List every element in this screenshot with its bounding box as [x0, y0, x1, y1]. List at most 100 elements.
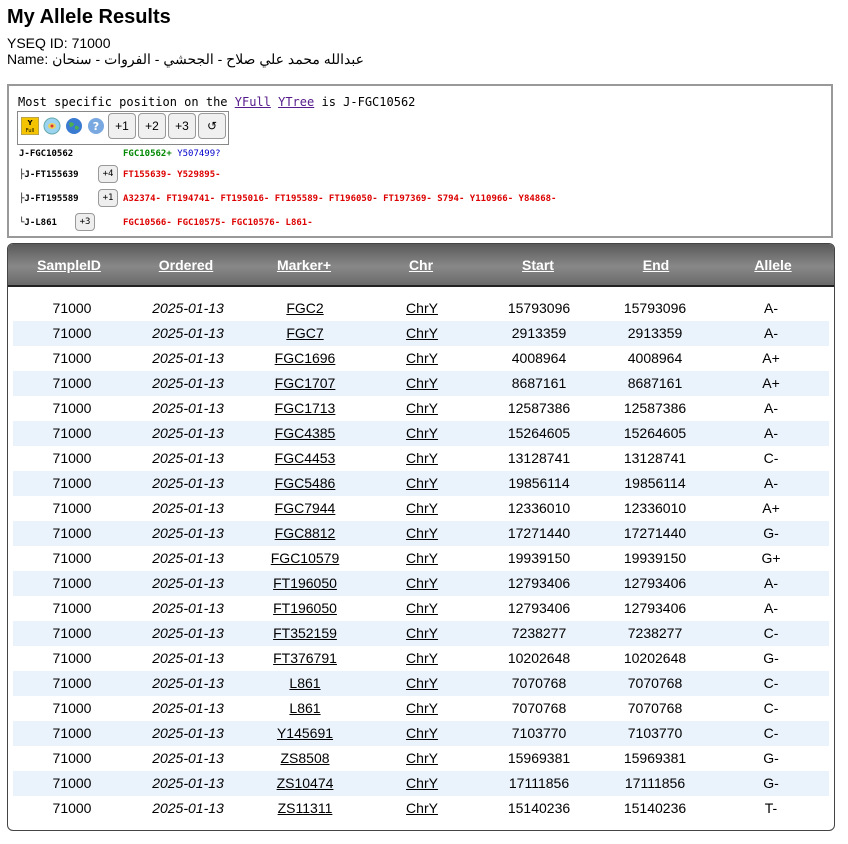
expand-plus3-button[interactable]: +3 [168, 113, 196, 139]
cell-chr[interactable]: ChrY [406, 575, 438, 591]
reset-button[interactable]: ↺ [198, 113, 226, 139]
tree-node[interactable]: ├J-FT195589 [19, 194, 79, 204]
expand-badge[interactable]: +3 [75, 213, 95, 231]
ytree-link[interactable]: YTree [278, 95, 314, 109]
cell-chr[interactable]: ChrY [406, 800, 438, 816]
name-line: Name: عبدالله محمد علي صلاح - الجحشي - ا… [7, 51, 364, 68]
yfull-link[interactable]: YFull [235, 95, 271, 109]
cell-ordered: 2025-01-13 [152, 575, 224, 591]
cell-allele: G+ [761, 550, 781, 566]
cell-chr[interactable]: ChrY [406, 350, 438, 366]
table-row: 71000 2025-01-13 FGC5486 ChrY 19856114 198561… [13, 471, 829, 496]
cell-end: 15140236 [623, 800, 687, 816]
cell-marker[interactable]: FGC5486 [275, 475, 336, 491]
tree-node[interactable]: └J-L861 [19, 218, 57, 228]
cell-marker[interactable]: FGC4453 [275, 450, 336, 466]
column-header-sampleid[interactable]: SampleID [37, 257, 101, 273]
expand-plus1-button[interactable]: +1 [108, 113, 136, 139]
cell-chr[interactable]: ChrY [406, 500, 438, 516]
column-header-marker[interactable]: Marker+ [277, 257, 331, 273]
cell-start: 17271440 [507, 525, 571, 541]
cell-marker[interactable]: L861 [289, 675, 320, 691]
cell-start: 7070768 [511, 700, 567, 716]
cell-marker[interactable]: FGC2 [286, 300, 323, 316]
tree-node[interactable]: ├J-FT155639 [19, 170, 79, 180]
cell-marker[interactable]: FGC7 [286, 325, 323, 341]
table-row: 71000 2025-01-13 ZS10474 ChrY 17111856 171118… [13, 771, 829, 796]
column-header-end[interactable]: End [643, 257, 669, 273]
cell-chr[interactable]: ChrY [406, 450, 438, 466]
cell-ordered: 2025-01-13 [152, 425, 224, 441]
cell-chr[interactable]: ChrY [406, 550, 438, 566]
yfull-icon[interactable]: Y Full [20, 116, 40, 136]
cell-chr[interactable]: ChrY [406, 750, 438, 766]
cell-start: 19939150 [507, 550, 571, 566]
svg-text:?: ? [93, 120, 99, 133]
cell-allele: C- [763, 675, 779, 691]
cell-chr[interactable]: ChrY [406, 475, 438, 491]
cell-marker[interactable]: L861 [289, 700, 320, 716]
cell-chr[interactable]: ChrY [406, 775, 438, 791]
cell-marker[interactable]: Y145691 [277, 725, 333, 741]
expand-badge[interactable]: +4 [98, 165, 118, 183]
cell-chr[interactable]: ChrY [406, 675, 438, 691]
cell-marker[interactable]: FGC1696 [275, 350, 336, 366]
cell-sampleid: 71000 [52, 300, 92, 316]
cell-marker[interactable]: FGC1707 [275, 375, 336, 391]
cell-chr[interactable]: ChrY [406, 700, 438, 716]
cell-allele: G- [763, 525, 779, 541]
expand-plus2-button[interactable]: +2 [138, 113, 166, 139]
cell-marker[interactable]: FT352159 [273, 625, 337, 641]
cell-sampleid: 71000 [52, 725, 92, 741]
cell-chr[interactable]: ChrY [406, 375, 438, 391]
cell-marker[interactable]: FT196050 [273, 575, 337, 591]
cell-chr[interactable]: ChrY [406, 725, 438, 741]
cell-allele: T- [764, 800, 778, 816]
cell-marker[interactable]: FGC10579 [271, 550, 339, 566]
cell-start: 19856114 [508, 475, 570, 491]
cell-marker[interactable]: FGC8812 [275, 525, 336, 541]
help-icon[interactable]: ? [86, 116, 106, 136]
cell-sampleid: 71000 [52, 675, 92, 691]
cell-end: 17271440 [623, 525, 687, 541]
uncertain-snp: Y507499? [177, 149, 221, 159]
cell-marker[interactable]: FT376791 [273, 650, 337, 666]
cell-marker[interactable]: FGC7944 [275, 500, 336, 516]
expand-badge[interactable]: +1 [98, 189, 118, 207]
cell-chr[interactable]: ChrY [406, 325, 438, 341]
cell-allele: C- [763, 725, 779, 741]
page-title: My Allele Results [7, 6, 171, 28]
cell-marker[interactable]: FGC4385 [275, 425, 336, 441]
column-header-allele[interactable]: Allele [754, 257, 791, 273]
column-header-ordered[interactable]: Ordered [159, 257, 213, 273]
cell-start: 12793406 [507, 575, 571, 591]
cell-sampleid: 71000 [52, 375, 92, 391]
cell-marker[interactable]: ZS10474 [277, 775, 334, 791]
cell-marker[interactable]: FGC1713 [275, 400, 336, 416]
cell-chr[interactable]: ChrY [406, 400, 438, 416]
globe-icon[interactable] [64, 116, 84, 136]
cell-marker[interactable]: ZS11311 [278, 800, 333, 816]
table-body: 71000 2025-01-13 FGC2 ChrY 15793096 15793096 A… [13, 296, 829, 821]
table-row: 71000 2025-01-13 FGC4453 ChrY 13128741 131287… [13, 446, 829, 471]
column-header-chr[interactable]: Chr [409, 257, 433, 273]
haplogroup-tree-panel: Most specific position on the YFull YTre… [7, 84, 833, 238]
cell-chr[interactable]: ChrY [406, 650, 438, 666]
map-icon[interactable] [42, 116, 62, 136]
cell-chr[interactable]: ChrY [406, 525, 438, 541]
column-header-start[interactable]: Start [522, 257, 554, 273]
cell-end: 7238277 [627, 625, 683, 641]
cell-ordered: 2025-01-13 [152, 775, 224, 791]
cell-chr[interactable]: ChrY [406, 625, 438, 641]
cell-sampleid: 71000 [52, 400, 92, 416]
tree-node[interactable]: J-FGC10562 [19, 149, 73, 159]
cell-chr[interactable]: ChrY [406, 425, 438, 441]
cell-end: 7103770 [627, 725, 683, 741]
table-row: 71000 2025-01-13 FT352159 ChrY 7238277 723827… [13, 621, 829, 646]
cell-marker[interactable]: FT196050 [273, 600, 337, 616]
cell-chr[interactable]: ChrY [406, 600, 438, 616]
cell-marker[interactable]: ZS8508 [280, 750, 329, 766]
cell-start: 15793096 [507, 300, 571, 316]
svg-text:Full: Full [26, 128, 35, 134]
cell-chr[interactable]: ChrY [406, 300, 438, 316]
